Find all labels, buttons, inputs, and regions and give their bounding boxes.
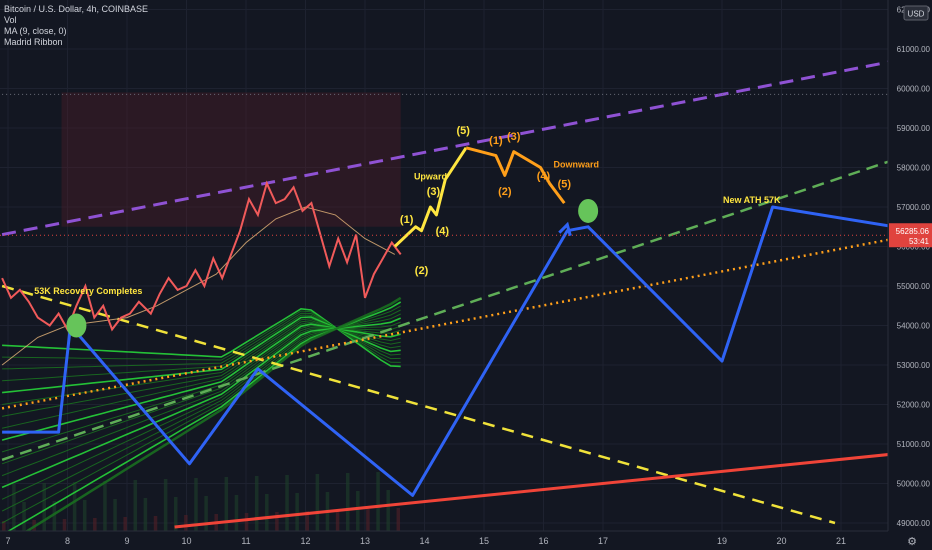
price-axis: 49000.00 50000.00 51000.00 52000.00 53000.00… [887, 0, 932, 550]
wave-label: (1) [489, 135, 503, 147]
x-tick-label: 14 [419, 536, 429, 546]
volume-bar [285, 475, 289, 531]
volume-bar [143, 498, 148, 531]
wave-label: (3) [427, 186, 441, 198]
volume-bar [335, 510, 340, 531]
volume-indicator-label[interactable]: Vol [4, 15, 148, 26]
annotation-label: Upward [414, 171, 447, 181]
target-marker-circle[interactable] [66, 313, 87, 338]
x-tick-label: 16 [538, 536, 548, 546]
volume-bar [244, 513, 249, 531]
x-tick-label: 8 [65, 536, 70, 546]
volume-bar [265, 494, 269, 531]
target-marker-circle[interactable] [578, 198, 599, 223]
volume-bar [254, 476, 259, 531]
ma-indicator-label[interactable]: MA (9, close, 0) [4, 26, 148, 37]
volume-bar [22, 502, 26, 531]
volume-bar [194, 478, 198, 531]
x-tick-label: 20 [776, 536, 786, 546]
settings-gear-icon[interactable]: ⚙ [907, 535, 917, 548]
x-tick-label: 10 [181, 536, 191, 546]
wave-label: (4) [436, 226, 450, 238]
annotation-label: 53K Recovery Completes [34, 286, 142, 296]
volume-bar [93, 518, 97, 531]
currency-label[interactable]: USD [908, 10, 925, 19]
volume-bar [72, 482, 77, 531]
x-tick-label: 12 [300, 536, 310, 546]
last-price-label: 56285.06 [896, 227, 930, 236]
x-tick-label: 9 [124, 536, 129, 546]
volume-bar [315, 474, 320, 531]
x-tick-label: 7 [5, 536, 10, 546]
volume-bar [295, 493, 299, 531]
y-tick-label: 52000.00 [897, 401, 931, 410]
volume-bar [133, 480, 138, 531]
volume-bar [113, 499, 117, 531]
volume-bar [163, 479, 168, 531]
x-tick-label: 11 [241, 536, 250, 546]
wave-label: (1) [400, 214, 414, 226]
ribbon-indicator-label[interactable]: Madrid Ribbon [4, 37, 148, 48]
x-tick-label: 21 [836, 536, 846, 546]
price-axis-background [888, 0, 932, 550]
chart-area[interactable]: (1) (2) (3) (4) (5) (1) (2) (3) (4) (5) 53K Recove… [0, 0, 932, 550]
y-tick-label: 59000.00 [897, 124, 931, 133]
highlight-region [61, 92, 401, 227]
chart-legend: Bitcoin / U.S. Dollar, 4h, COINBASE Vol … [4, 4, 148, 48]
chart-background [0, 0, 932, 550]
volume-bar [123, 517, 127, 531]
volume-bar [376, 472, 380, 531]
wave-label: (5) [456, 125, 470, 137]
volume-bar [62, 519, 67, 531]
y-tick-label: 58000.00 [897, 164, 931, 173]
countdown-label: 53:41 [909, 237, 930, 246]
volume-bar [204, 496, 208, 531]
y-tick-label: 55000.00 [897, 282, 931, 291]
volume-bar [184, 515, 188, 531]
time-axis-background [0, 531, 932, 550]
volume-bar [275, 512, 279, 531]
y-tick-label: 54000.00 [897, 322, 931, 331]
volume-bar [356, 491, 360, 531]
wave-label: (2) [415, 265, 429, 277]
volume-bar [12, 484, 16, 531]
x-tick-label: 15 [479, 536, 489, 546]
volume-bar [366, 509, 370, 531]
annotation-label: Downward [553, 160, 599, 170]
volume-bar [103, 481, 107, 531]
wave-label: (5) [558, 178, 572, 190]
y-tick-label: 61000.00 [897, 45, 931, 54]
wave-label: (2) [498, 186, 512, 198]
volume-bar [396, 508, 401, 531]
volume-bar [386, 490, 390, 531]
y-tick-label: 57000.00 [897, 203, 931, 212]
y-tick-label: 53000.00 [897, 361, 931, 370]
volume-bar [153, 516, 158, 531]
y-tick-label: 49000.00 [897, 519, 931, 528]
volume-bar [234, 495, 239, 531]
time-axis: 7 8 9 10 11 12 13 14 15 16 17 19 20 21 [0, 530, 932, 550]
price-chart[interactable]: (1) (2) (3) (4) (5) (1) (2) (3) (4) (5) 53K Recove… [0, 0, 932, 550]
x-tick-label: 17 [598, 536, 608, 546]
volume-bar [82, 500, 87, 531]
wave-label: (3) [507, 131, 521, 143]
wave-label: (4) [537, 170, 551, 182]
y-tick-label: 51000.00 [897, 440, 931, 449]
x-tick-label: 19 [717, 536, 727, 546]
y-tick-label: 60000.00 [897, 85, 931, 94]
annotation-label: New ATH 57K [723, 195, 781, 205]
y-tick-label: 50000.00 [897, 480, 931, 489]
symbol-title[interactable]: Bitcoin / U.S. Dollar, 4h, COINBASE [4, 4, 148, 15]
volume-bar [345, 473, 350, 531]
x-tick-label: 13 [360, 536, 370, 546]
